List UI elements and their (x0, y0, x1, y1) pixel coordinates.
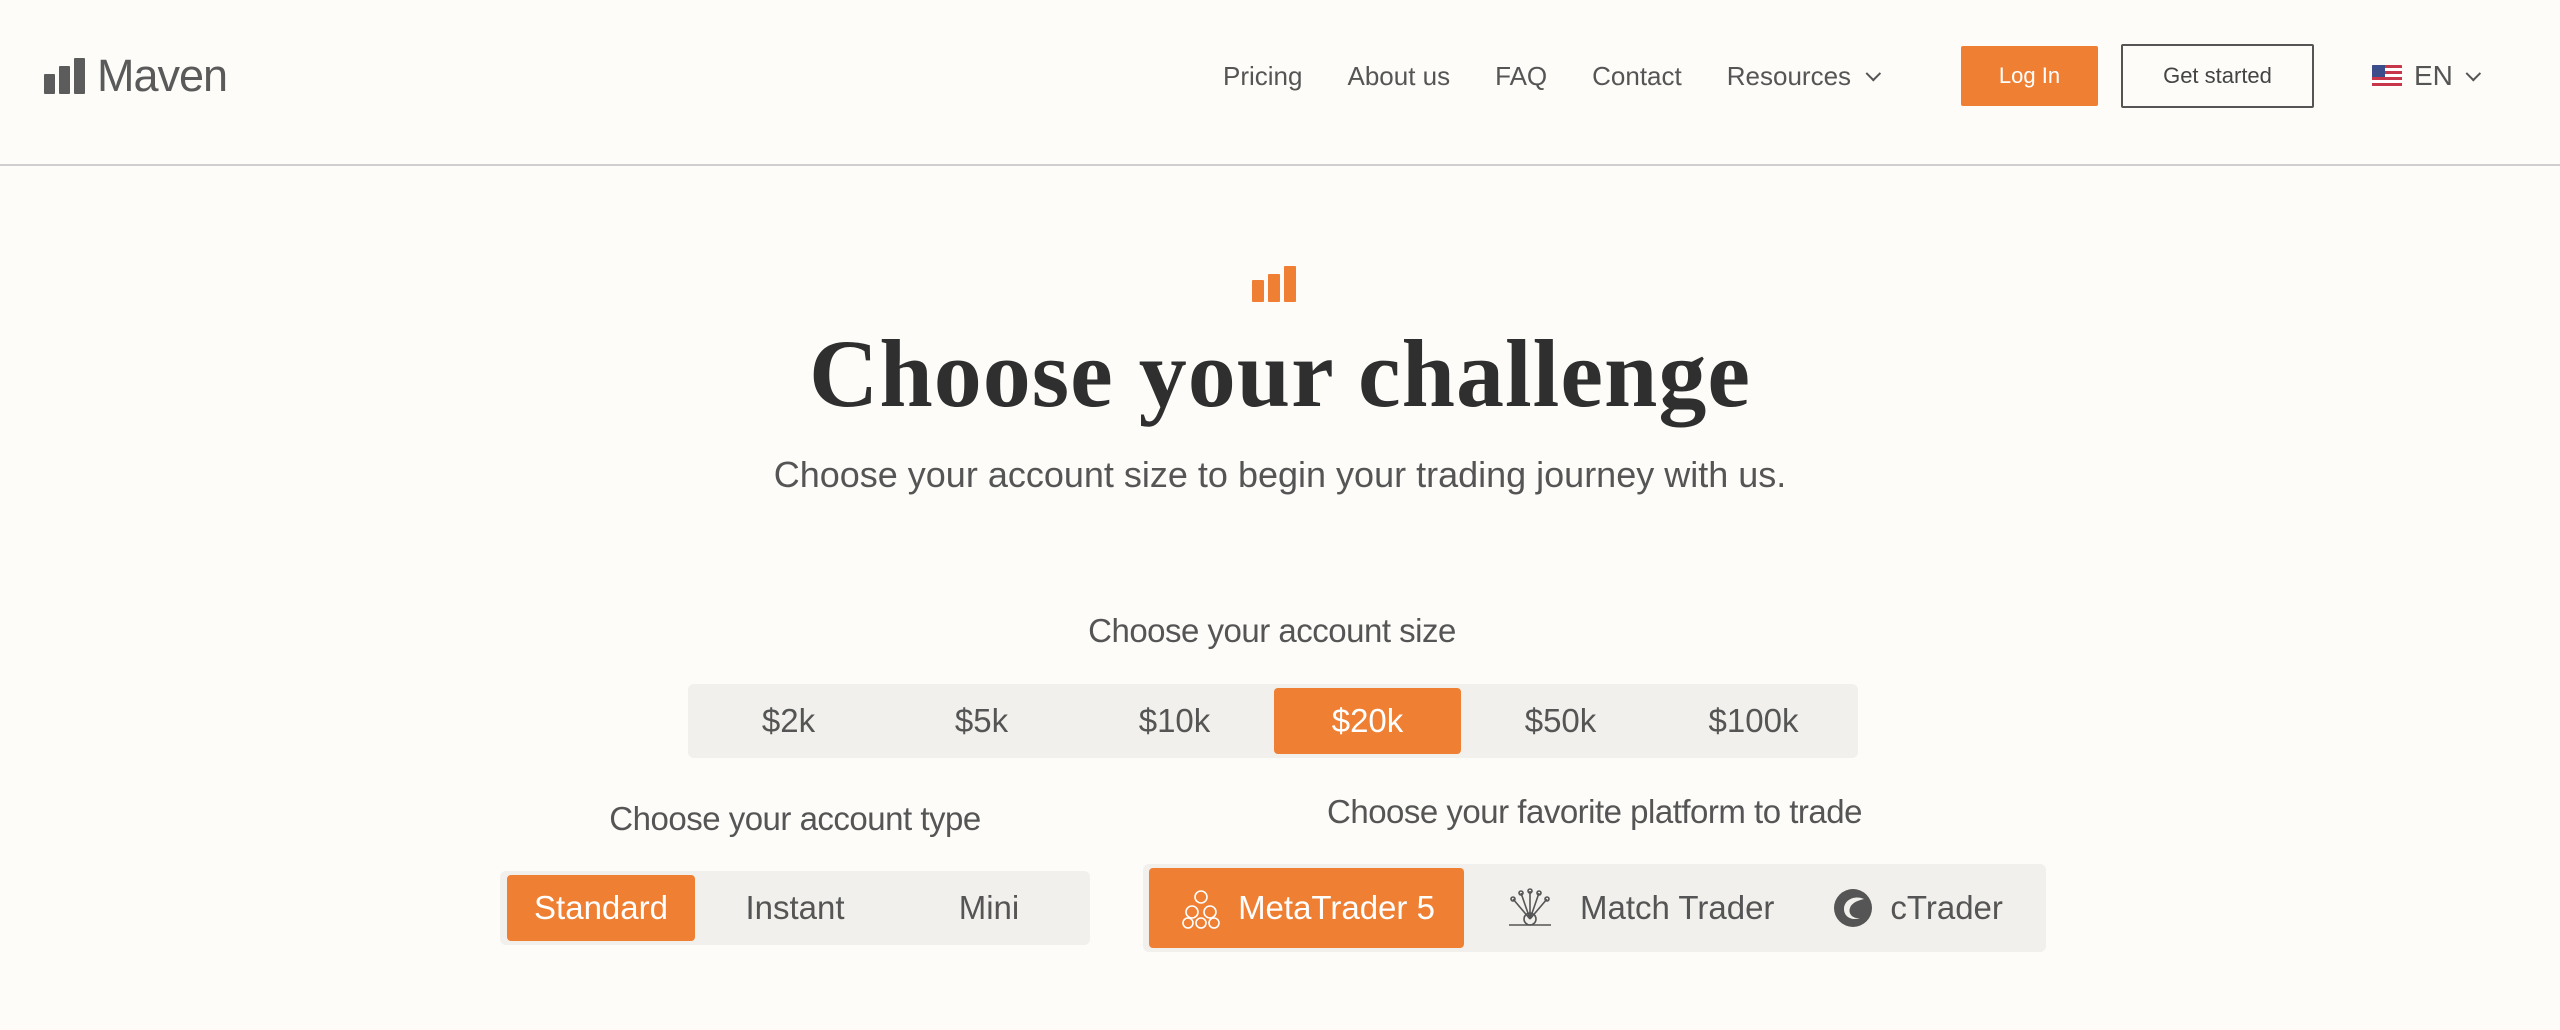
account-type-label: Choose your account type (609, 800, 981, 837)
nav-about-us-label: About us (1347, 60, 1451, 91)
size-option-2k[interactable]: $2k (695, 688, 882, 754)
maven-mark-icon (1252, 266, 1296, 302)
main-nav: Pricing About us FAQ Contact Resources (1223, 56, 1921, 96)
nav-pricing-label: Pricing (1223, 60, 1303, 91)
nav-faq[interactable]: FAQ (1495, 61, 1547, 92)
maven-logo[interactable]: Maven (44, 50, 228, 101)
account-size-label: Choose your account size (1088, 612, 1456, 649)
maven-logo-icon (44, 58, 85, 94)
platform-option-metatrader-5-label: MetaTrader 5 (1238, 889, 1435, 926)
chevron-down-icon (1865, 65, 1882, 81)
nav-pricing[interactable]: Pricing (1223, 61, 1302, 92)
platform-label: Choose your favorite platform to trade (1327, 793, 1862, 830)
nav-faq-label: FAQ (1495, 60, 1548, 91)
platform-option-match-trader-label: Match Trader (1580, 889, 1775, 926)
platform-option-ctrader-label: cTrader (1890, 889, 2003, 926)
type-option-standard[interactable]: Standard (507, 875, 695, 941)
page-subtitle: Choose your account size to begin your t… (773, 454, 1787, 495)
nav-resources-label: Resources (1726, 60, 1852, 91)
platform-selector: MetaTrader 5 Match Trader cTrader (1143, 864, 2046, 952)
platform-option-metatrader-5[interactable]: MetaTrader 5 (1149, 868, 1464, 948)
logo-text: Maven (97, 50, 228, 101)
nav-contact-label: Contact (1592, 60, 1682, 91)
ctrader-icon (1834, 889, 1873, 927)
size-option-100k[interactable]: $100k (1660, 688, 1847, 754)
login-button[interactable]: Log In (1961, 46, 2098, 106)
language-selector[interactable]: EN (2372, 56, 2482, 96)
size-option-20k[interactable]: $20k (1274, 688, 1461, 754)
account-size-selector: $2k $5k $10k $20k $50k $100k (688, 684, 1858, 758)
platform-option-ctrader[interactable]: cTrader (1804, 868, 2028, 948)
us-flag-icon (2372, 65, 2402, 87)
metatrader-icon (1182, 890, 1220, 929)
platform-option-match-trader[interactable]: Match Trader (1468, 868, 1800, 948)
site-header: Maven Pricing About us FAQ Contact Resou… (0, 0, 2560, 166)
nav-resources-dropdown[interactable]: Resources (1726, 60, 1882, 92)
get-started-button[interactable]: Get started (2121, 44, 2314, 108)
match-trader-icon (1509, 888, 1551, 926)
type-option-instant[interactable]: Instant (701, 875, 889, 941)
language-code: EN (2414, 60, 2453, 91)
size-option-50k[interactable]: $50k (1467, 688, 1654, 754)
size-option-5k[interactable]: $5k (888, 688, 1075, 754)
page-title: Choose your challenge (809, 320, 1751, 427)
nav-about-us[interactable]: About us (1347, 61, 1450, 92)
nav-contact[interactable]: Contact (1592, 61, 1682, 92)
type-option-mini[interactable]: Mini (895, 875, 1083, 941)
account-type-selector: Standard Instant Mini (500, 871, 1090, 945)
chevron-down-icon (2465, 65, 2482, 81)
size-option-10k[interactable]: $10k (1081, 688, 1268, 754)
